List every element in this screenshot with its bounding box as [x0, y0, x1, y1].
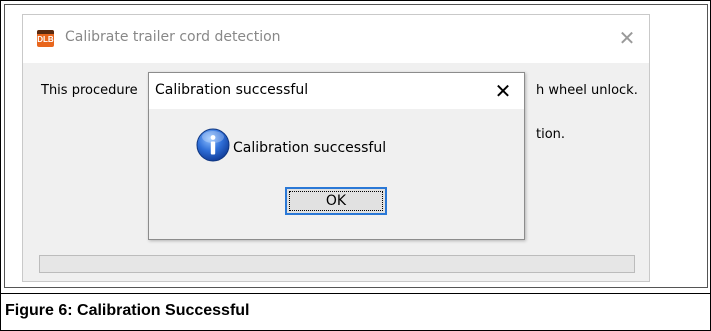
info-icon: [196, 128, 230, 162]
message-box-text: Calibration successful: [233, 140, 387, 156]
screenshot-area: DLB Calibrate trailer cord detection ✕ T…: [4, 4, 708, 288]
calibrate-dialog-close-icon[interactable]: ✕: [613, 26, 641, 50]
ok-button[interactable]: OK: [285, 187, 387, 215]
calibration-message-box: Calibration successful ✕ Calibration suc…: [148, 72, 525, 240]
app-logo-text: DLB: [37, 35, 54, 44]
figure-caption: Figure 6: Calibration Successful: [5, 302, 250, 319]
message-box-close-icon[interactable]: ✕: [489, 79, 517, 103]
app-logo-icon: DLB: [37, 30, 54, 47]
procedure-text-right: h wheel unlock.: [536, 83, 638, 98]
procedure-text-right-line2: tion.: [536, 127, 566, 142]
calibrate-dialog-title: Calibrate trailer cord detection: [65, 29, 281, 45]
calibrate-dialog-titlebar: DLB Calibrate trailer cord detection ✕: [23, 15, 649, 63]
progress-bar: [39, 255, 635, 273]
procedure-text-left: This procedure: [41, 83, 138, 98]
caption-divider: [0, 293, 711, 294]
message-box-titlebar: Calibration successful ✕: [149, 73, 524, 109]
message-box-title: Calibration successful: [155, 82, 309, 98]
